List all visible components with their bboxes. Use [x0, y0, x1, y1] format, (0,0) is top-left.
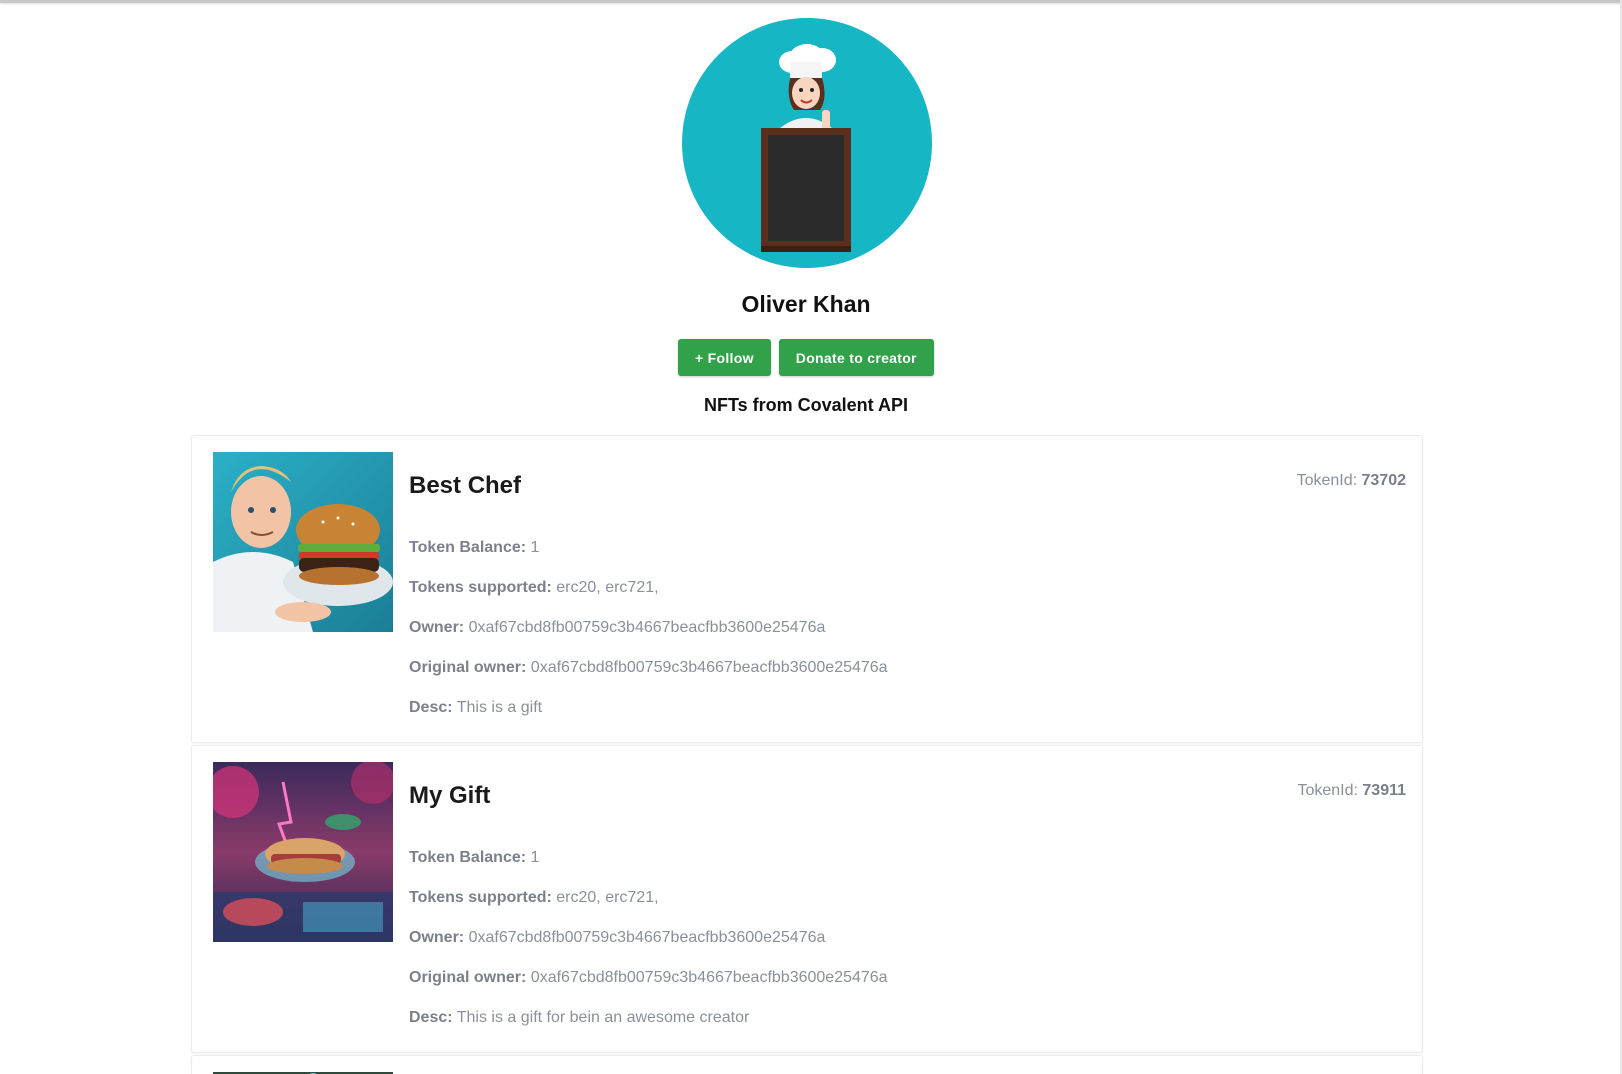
- field-value: 1: [530, 849, 540, 866]
- field-label: Original owner:: [409, 659, 527, 676]
- token-id-label: TokenId:: [1296, 472, 1358, 489]
- nft-card[interactable]: My Gift TokenId: 73911 Token Balance: 1 …: [191, 745, 1423, 1053]
- field-value: erc20, erc721,: [556, 579, 659, 596]
- token-id-label: TokenId:: [1297, 782, 1358, 799]
- nft-title: My Gift: [409, 782, 491, 809]
- profile-avatar: [682, 18, 932, 268]
- chef-avatar-icon: [761, 44, 851, 252]
- token-id: TokenId: 73911: [1297, 782, 1406, 800]
- field-original-owner: Original owner: 0xaf67cbd8fb00759c3b4667…: [409, 969, 888, 1009]
- field-balance: Token Balance: 1: [409, 849, 888, 889]
- field-value: 0xaf67cbd8fb00759c3b4667beacfbb3600e2547…: [530, 659, 888, 676]
- nft-fields: Token Balance: 1 Tokens supported: erc20…: [409, 849, 888, 1049]
- field-original-owner: Original owner: 0xaf67cbd8fb00759c3b4667…: [409, 659, 888, 699]
- token-id-value: 73911: [1362, 782, 1406, 799]
- profile-page: Oliver Khan + Follow Donate to creator N…: [0, 0, 1622, 1074]
- field-owner: Owner: 0xaf67cbd8fb00759c3b4667beacfbb36…: [409, 929, 888, 969]
- token-id: TokenId: 73702: [1297, 472, 1406, 490]
- section-title: NFTs from Covalent API: [703, 395, 909, 415]
- nft-fields: Token Balance: 1 Tokens supported: erc20…: [409, 539, 888, 739]
- nft-image[interactable]: [213, 452, 393, 632]
- field-label: Owner:: [409, 619, 465, 636]
- nft-card[interactable]: Best Chef TokenId: 73702 Token Balance: …: [191, 435, 1423, 743]
- field-label: Tokens supported:: [409, 889, 552, 906]
- field-label: Token Balance:: [409, 849, 527, 866]
- field-owner: Owner: 0xaf67cbd8fb00759c3b4667beacfbb36…: [409, 619, 888, 659]
- field-supported: Tokens supported: erc20, erc721,: [409, 579, 888, 619]
- field-label: Desc:: [409, 1009, 453, 1026]
- follow-button[interactable]: + Follow: [678, 339, 771, 376]
- profile-name: Oliver Khan: [741, 291, 871, 317]
- field-label: Desc:: [409, 699, 453, 716]
- field-value: 0xaf67cbd8fb00759c3b4667beacfbb3600e2547…: [468, 619, 826, 636]
- nft-card[interactable]: [191, 1055, 1423, 1074]
- field-value: erc20, erc721,: [556, 889, 659, 906]
- field-desc: Desc: This is a gift: [409, 699, 888, 739]
- profile-actions: + Follow Donate to creator: [678, 339, 934, 376]
- nft-list: Best Chef TokenId: 73702 Token Balance: …: [191, 435, 1423, 1074]
- field-value: 0xaf67cbd8fb00759c3b4667beacfbb3600e2547…: [530, 969, 888, 986]
- chef-burger-image: [213, 452, 393, 632]
- donate-button[interactable]: Donate to creator: [778, 339, 934, 376]
- field-value: 0xaf67cbd8fb00759c3b4667beacfbb3600e2547…: [468, 929, 826, 946]
- field-label: Token Balance:: [409, 539, 527, 556]
- field-value: This is a gift: [456, 699, 543, 716]
- nft-title: Best Chef: [409, 472, 522, 499]
- field-label: Owner:: [409, 929, 465, 946]
- field-supported: Tokens supported: erc20, erc721,: [409, 889, 888, 929]
- field-label: Original owner:: [409, 969, 527, 986]
- neon-sandwich-image: [213, 762, 393, 942]
- token-id-value: 73702: [1361, 472, 1407, 489]
- field-value: 1: [530, 539, 540, 556]
- field-balance: Token Balance: 1: [409, 539, 888, 579]
- field-value: This is a gift for bein an awesome creat…: [456, 1009, 750, 1026]
- field-desc: Desc: This is a gift for bein an awesome…: [409, 1009, 888, 1049]
- field-label: Tokens supported:: [409, 579, 552, 596]
- nft-image[interactable]: [213, 762, 393, 942]
